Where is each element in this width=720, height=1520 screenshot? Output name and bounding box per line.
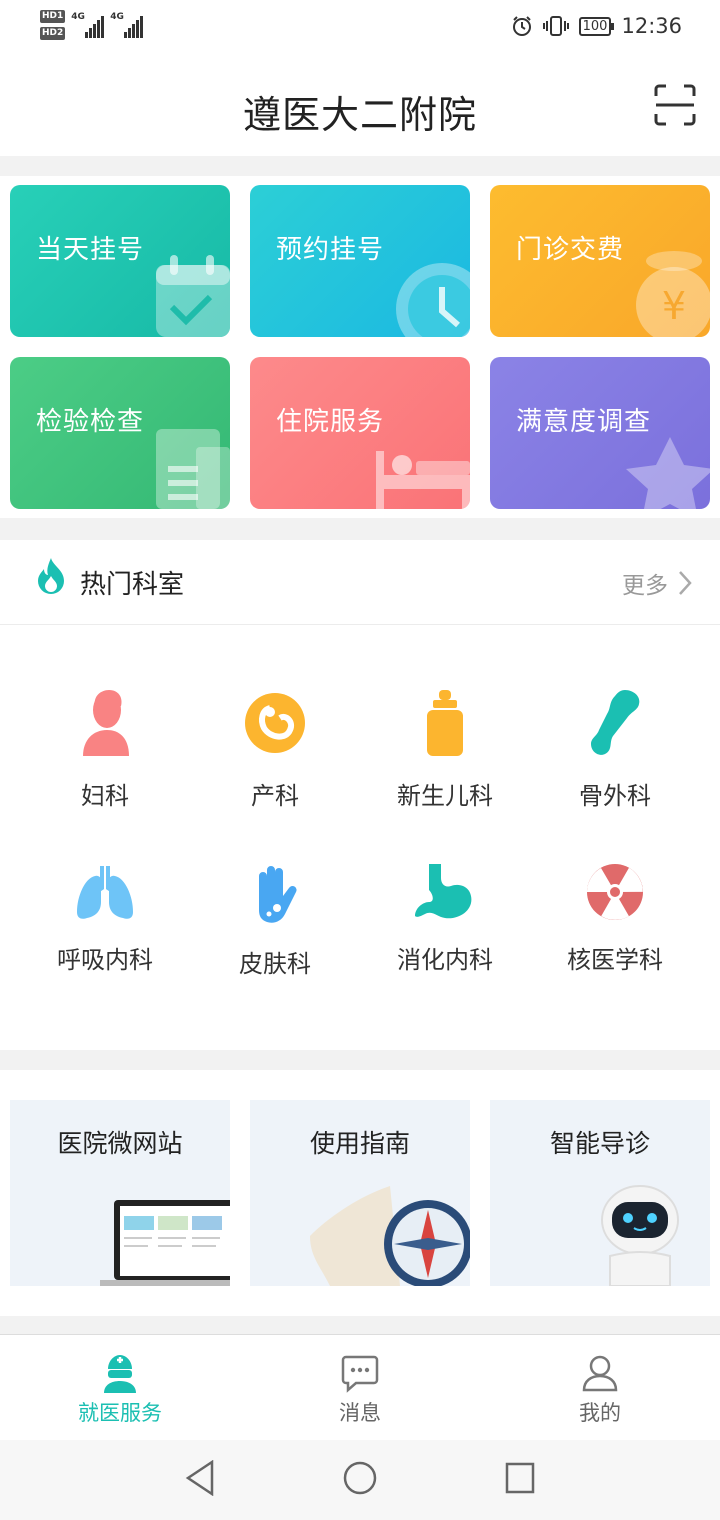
user-icon — [582, 1355, 618, 1392]
card-smart-triage[interactable]: 智能导诊 — [490, 1100, 710, 1286]
chevron-right-icon[interactable] — [678, 570, 692, 596]
service-tile-outpatient-payment[interactable]: 门诊交费 ¥ — [490, 185, 710, 337]
hand-icon — [259, 866, 297, 923]
calendar-check-icon — [156, 255, 230, 337]
bed-icon — [376, 451, 470, 509]
network-1-label: 4G — [71, 12, 85, 22]
report-icon — [156, 429, 230, 509]
status-bar: HD1 HD2 4G 4G 100 12:36 — [0, 0, 720, 56]
system-nav-bar — [0, 1440, 720, 1520]
scan-icon[interactable] — [654, 84, 696, 126]
more-link[interactable]: 更多 — [622, 566, 668, 600]
dept-nuclear-medicine[interactable]: 核医学科 — [530, 862, 700, 975]
fetus-icon — [245, 693, 305, 753]
hot-departments-section: 热门科室 更多 妇科 产科 新生儿科 骨外科 呼吸内科 皮肤科 消化内科 核医学… — [0, 540, 720, 1050]
feature-cards: 医院微网站 使用指南 智能导诊 — [0, 1070, 720, 1316]
flame-icon — [38, 558, 64, 594]
card-title: 医院微网站 — [57, 1129, 183, 1158]
vibrate-icon — [542, 16, 569, 36]
radiation-icon — [587, 864, 643, 920]
clock-time: 12:36 — [621, 14, 682, 38]
page-title: 遵医大二附院 — [242, 93, 477, 137]
section-header: 热门科室 更多 — [0, 540, 720, 625]
baby-bottle-icon — [427, 690, 463, 756]
service-label: 预约挂号 — [276, 235, 385, 265]
dept-label: 新生儿科 — [397, 782, 493, 810]
compass-icon — [310, 1186, 470, 1286]
dept-orthopedics[interactable]: 骨外科 — [530, 688, 700, 811]
robot-icon — [601, 1185, 679, 1286]
dept-label: 骨外科 — [579, 782, 651, 810]
dept-label: 皮肤科 — [239, 950, 311, 978]
dept-label: 呼吸内科 — [57, 946, 153, 974]
dept-obstetrics[interactable]: 产科 — [190, 688, 360, 811]
signal-2-icon: 4G — [110, 10, 144, 38]
service-label: 满意度调查 — [516, 407, 652, 437]
stomach-icon — [415, 864, 472, 919]
service-tile-lab-tests[interactable]: 检验检查 — [10, 357, 230, 509]
service-tile-inpatient[interactable]: 住院服务 — [250, 357, 470, 509]
dept-label: 消化内科 — [397, 946, 493, 974]
service-label: 住院服务 — [276, 407, 385, 437]
recents-icon[interactable] — [504, 1460, 536, 1496]
doctor-icon — [104, 1355, 136, 1393]
card-micro-website[interactable]: 医院微网站 — [10, 1100, 230, 1286]
service-label: 当天挂号 — [36, 235, 145, 265]
dept-label: 产科 — [251, 782, 299, 810]
laptop-icon — [100, 1200, 230, 1286]
chat-icon — [341, 1355, 379, 1393]
service-tile-same-day-registration[interactable]: 当天挂号 — [10, 185, 230, 337]
lungs-icon — [77, 866, 133, 919]
back-icon[interactable] — [184, 1460, 216, 1496]
clock-icon — [396, 263, 470, 337]
card-title: 智能导诊 — [549, 1129, 650, 1158]
section-title: 热门科室 — [80, 570, 185, 600]
bone-icon — [591, 690, 640, 755]
card-user-guide[interactable]: 使用指南 — [250, 1100, 470, 1286]
service-grid: 当天挂号 预约挂号 门诊交费 ¥ 检验检查 住院服务 满意度调查 — [0, 176, 720, 518]
dept-label: 妇科 — [81, 782, 129, 810]
service-tile-satisfaction-survey[interactable]: 满意度调查 — [490, 357, 710, 509]
service-label: 门诊交费 — [516, 235, 625, 265]
app-header: 遵医大二附院 — [0, 56, 720, 156]
bottom-tab-bar: 就医服务 消息 我的 — [0, 1334, 720, 1440]
battery-icon: 100 — [578, 16, 615, 36]
dept-gastroenterology[interactable]: 消化内科 — [360, 862, 530, 975]
money-bag-icon: ¥ — [636, 251, 710, 337]
dept-respiratory[interactable]: 呼吸内科 — [20, 862, 190, 975]
star-icon — [626, 437, 710, 509]
hd2-badge: HD2 — [40, 27, 66, 40]
home-icon[interactable] — [342, 1460, 378, 1496]
svg-text:¥: ¥ — [662, 284, 686, 328]
tab-label: 消息 — [339, 1401, 381, 1425]
card-title: 使用指南 — [309, 1129, 410, 1158]
female-icon — [83, 690, 129, 756]
tab-label: 我的 — [579, 1401, 621, 1425]
tab-messages[interactable]: 消息 — [240, 1335, 480, 1441]
network-2-label: 4G — [110, 12, 124, 22]
dept-label: 核医学科 — [567, 946, 663, 974]
tab-medical-services[interactable]: 就医服务 — [0, 1335, 240, 1441]
service-label: 检验检查 — [36, 407, 145, 437]
dept-dermatology[interactable]: 皮肤科 — [190, 862, 360, 979]
hd1-badge: HD1 — [40, 10, 66, 23]
service-tile-appointment[interactable]: 预约挂号 — [250, 185, 470, 337]
signal-1-icon: 4G — [71, 10, 105, 38]
tab-label: 就医服务 — [78, 1401, 162, 1425]
tab-profile[interactable]: 我的 — [480, 1335, 720, 1441]
dept-gynecology[interactable]: 妇科 — [20, 688, 190, 811]
alarm-icon — [512, 16, 531, 36]
dept-neonatology[interactable]: 新生儿科 — [360, 688, 530, 811]
